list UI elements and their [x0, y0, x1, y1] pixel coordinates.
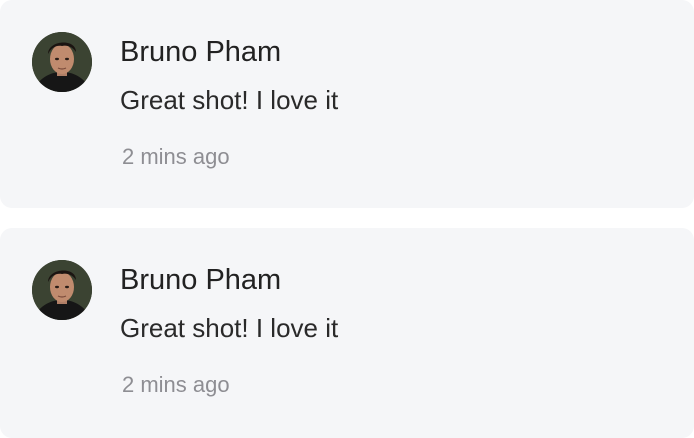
comment-text: Great shot! I love it — [120, 313, 339, 343]
author-name[interactable]: Bruno Pham — [120, 34, 281, 70]
avatar[interactable] — [32, 32, 92, 92]
user-avatar-photo-icon — [32, 32, 92, 92]
user-avatar-photo-icon — [32, 260, 92, 320]
comment-timestamp: 2 mins ago — [122, 372, 230, 397]
comment-timestamp: 2 mins ago — [122, 144, 230, 169]
author-name[interactable]: Bruno Pham — [120, 262, 281, 298]
comment-text: Great shot! I love it — [120, 85, 339, 115]
comment-card: Bruno Pham Great shot! I love it 2 mins … — [0, 0, 694, 208]
avatar[interactable] — [32, 260, 92, 320]
comment-card: Bruno Pham Great shot! I love it 2 mins … — [0, 228, 694, 438]
